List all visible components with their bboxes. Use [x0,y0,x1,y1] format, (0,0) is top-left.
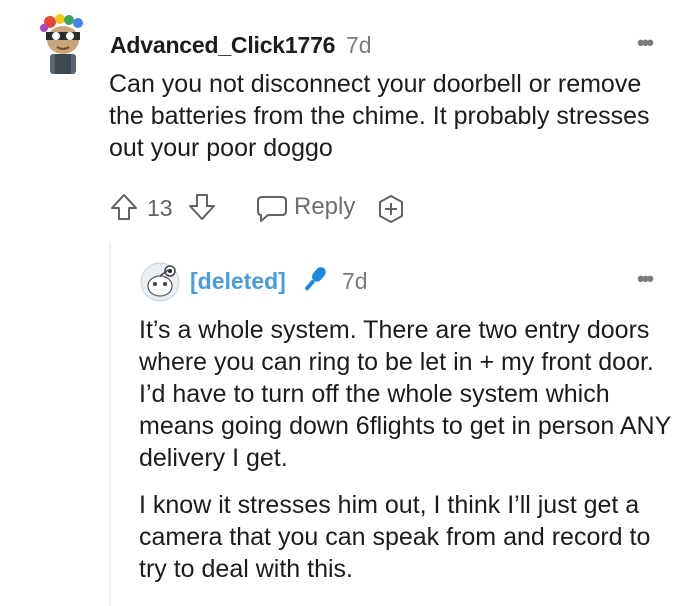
comment-author[interactable]: Advanced_Click1776 [110,32,335,59]
avatar[interactable] [36,14,90,76]
more-options-button[interactable]: ••• [637,30,654,56]
reply-label[interactable]: Reply [294,193,355,221]
arrow-down-outline-icon [189,194,215,220]
reply-button[interactable] [256,194,288,229]
reply-body-paragraph: It’s a whole system. There are two entry… [139,316,671,472]
speech-bubble-icon [257,196,287,222]
award-button[interactable] [376,194,406,229]
upvote-button[interactable] [108,191,140,228]
snoo-avatar-icon [40,14,83,74]
vote-score: 13 [147,195,173,221]
reply-body-paragraph: I know it stresses him out, I think I’ll… [139,491,651,583]
award-plus-icon [379,195,403,223]
thread-line[interactable] [109,242,111,606]
reply-timestamp: 7d [342,268,368,294]
comment-body: Can you not disconnect your doorbell or … [109,70,650,162]
more-options-button[interactable]: ••• [637,266,654,292]
deleted-user-avatar-icon [140,262,180,302]
microphone-icon [298,262,332,301]
reply-author[interactable]: [deleted] [190,268,286,295]
downvote-button[interactable] [186,191,218,228]
avatar[interactable] [140,262,180,302]
arrow-up-outline-icon [111,194,137,220]
comment-timestamp: 7d [346,32,372,58]
